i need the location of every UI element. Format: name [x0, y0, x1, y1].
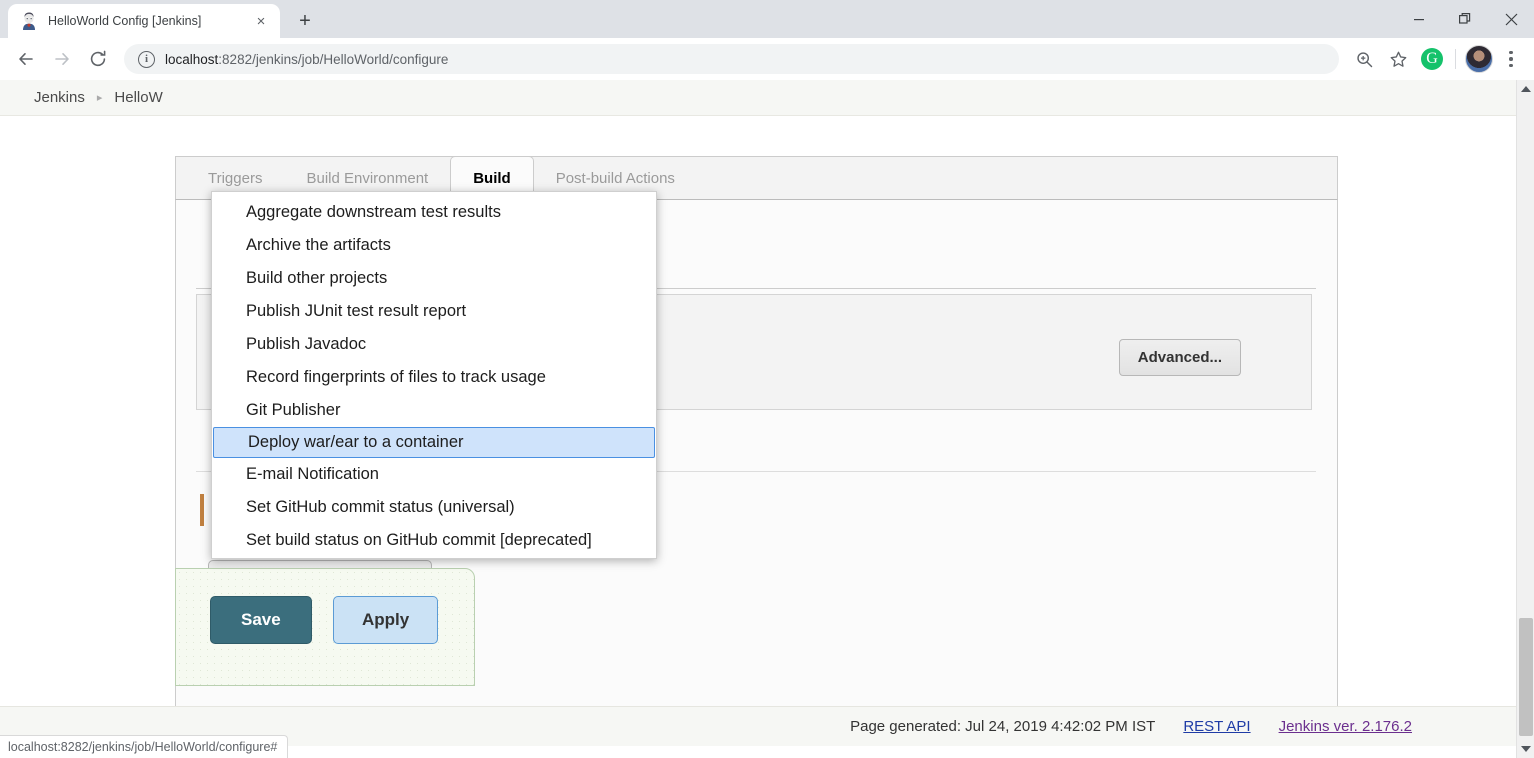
zoom-in-icon[interactable]	[1347, 42, 1381, 76]
grammarly-glyph: G	[1421, 48, 1443, 70]
url-host: localhost	[165, 51, 219, 67]
browser-window: HelloWorld Config [Jenkins] × + i localh…	[0, 0, 1534, 758]
address-bar[interactable]: i localhost:8282/jenkins/job/HelloWorld/…	[124, 44, 1339, 74]
page-scrollbar[interactable]	[1516, 80, 1534, 758]
url-path: :8282/jenkins/job/HelloWorld/configure	[218, 51, 449, 67]
browser-tab-title: HelloWorld Config [Jenkins]	[48, 14, 202, 28]
page-generated-text: Page generated: Jul 24, 2019 4:42:02 PM …	[850, 718, 1156, 735]
back-arrow-icon[interactable]	[8, 41, 44, 77]
scroll-up-arrow-icon[interactable]	[1517, 80, 1534, 98]
advanced-button[interactable]: Advanced...	[1118, 339, 1241, 376]
jenkins-page: Jenkins ▸ HelloW Triggers Build Environm…	[0, 80, 1534, 758]
window-controls	[1396, 0, 1534, 38]
menu-item-build-other-projects[interactable]: Build other projects	[212, 262, 656, 295]
browser-tab[interactable]: HelloWorld Config [Jenkins] ×	[8, 4, 280, 38]
menu-item-email-notification[interactable]: E-mail Notification	[212, 458, 656, 491]
toolbar-divider	[1455, 49, 1456, 69]
new-tab-button[interactable]: +	[288, 6, 322, 36]
jenkins-body: Triggers Build Environment Build Post-bu…	[0, 116, 1534, 758]
save-apply-panel: Save Apply	[175, 568, 475, 686]
menu-item-publish-junit-test-result-report[interactable]: Publish JUnit test result report	[212, 295, 656, 328]
menu-item-archive-the-artifacts[interactable]: Archive the artifacts	[212, 229, 656, 262]
minimize-icon[interactable]	[1396, 0, 1442, 38]
scroll-down-arrow-icon[interactable]	[1517, 740, 1534, 758]
apply-button[interactable]: Apply	[333, 596, 439, 644]
grammarly-extension-icon[interactable]: G	[1415, 42, 1449, 76]
post-build-action-menu[interactable]: Aggregate downstream test results Archiv…	[211, 191, 657, 559]
save-button[interactable]: Save	[210, 596, 312, 644]
menu-item-git-publisher[interactable]: Git Publisher	[212, 394, 656, 427]
status-bar: localhost:8282/jenkins/job/HelloWorld/co…	[0, 735, 289, 758]
menu-item-set-github-commit-status-universal[interactable]: Set GitHub commit status (universal)	[212, 491, 656, 524]
scrollbar-thumb[interactable]	[1519, 618, 1533, 736]
star-icon[interactable]	[1381, 42, 1415, 76]
menu-item-deploy-war-ear-to-a-container[interactable]: Deploy war/ear to a container	[213, 427, 655, 458]
breadcrumb: Jenkins ▸ HelloW	[0, 80, 1534, 116]
site-info-icon[interactable]: i	[138, 50, 155, 68]
close-icon[interactable]: ×	[250, 10, 272, 32]
breadcrumb-item-jenkins[interactable]: Jenkins	[22, 89, 97, 106]
restore-icon[interactable]	[1442, 0, 1488, 38]
browser-tabstrip: HelloWorld Config [Jenkins] × +	[0, 0, 1534, 38]
avatar-image	[1465, 45, 1493, 73]
menu-item-record-fingerprints[interactable]: Record fingerprints of files to track us…	[212, 361, 656, 394]
rest-api-link[interactable]: REST API	[1183, 718, 1250, 735]
reload-icon[interactable]	[80, 41, 116, 77]
close-window-icon[interactable]	[1488, 0, 1534, 38]
menu-item-set-build-status-on-github-commit[interactable]: Set build status on GitHub commit [depre…	[212, 524, 656, 557]
menu-item-publish-javadoc[interactable]: Publish Javadoc	[212, 328, 656, 361]
avatar[interactable]	[1462, 42, 1496, 76]
browser-toolbar: i localhost:8282/jenkins/job/HelloWorld/…	[0, 38, 1534, 80]
breadcrumb-item-job[interactable]: HelloW	[102, 89, 174, 106]
address-bar-url: localhost:8282/jenkins/job/HelloWorld/co…	[165, 52, 448, 67]
jenkins-favicon-icon	[20, 12, 38, 30]
forward-arrow-icon[interactable]	[44, 41, 80, 77]
kebab-menu-icon[interactable]	[1496, 42, 1526, 76]
jenkins-version-link[interactable]: Jenkins ver. 2.176.2	[1279, 718, 1412, 735]
menu-item-aggregate-downstream-test-results[interactable]: Aggregate downstream test results	[212, 196, 656, 229]
